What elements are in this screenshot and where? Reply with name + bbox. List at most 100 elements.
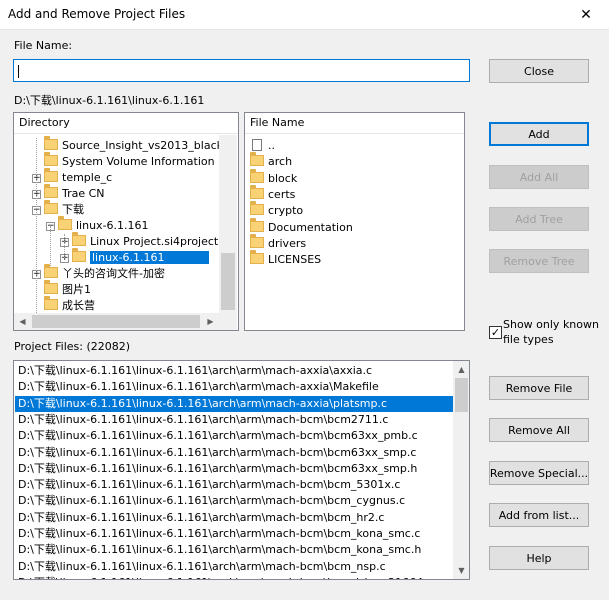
directory-vscroll-thumb[interactable] xyxy=(221,253,235,310)
folder-icon xyxy=(250,184,264,199)
directory-vscroll[interactable] xyxy=(219,135,237,313)
add-all-button[interactable]: Add All xyxy=(489,165,589,189)
folder-icon xyxy=(44,152,58,166)
file-name-label: File Name: xyxy=(14,39,73,52)
project-file-row[interactable]: D:\下载\linux-6.1.161\linux-6.1.161\arch\a… xyxy=(15,559,453,575)
file-list-item[interactable]: Documentation xyxy=(250,217,353,236)
window-close-icon[interactable]: ✕ xyxy=(563,0,609,30)
close-button[interactable]: Close xyxy=(489,59,589,83)
tree-connector-line xyxy=(50,226,51,266)
project-file-row[interactable]: D:\下载\linux-6.1.161\linux-6.1.161\arch\a… xyxy=(15,461,453,477)
project-files-vscroll[interactable]: ▲ ▼ xyxy=(453,361,469,579)
add-tree-button[interactable]: Add Tree xyxy=(489,207,589,231)
folder-icon xyxy=(44,168,58,182)
directory-item[interactable]: 下载 xyxy=(44,200,84,218)
project-file-row[interactable]: D:\下载\linux-6.1.161\linux-6.1.161\arch\a… xyxy=(15,428,453,444)
file-list-header: File Name xyxy=(245,113,464,134)
folder-icon xyxy=(250,201,264,216)
text-caret xyxy=(18,65,19,78)
project-files-list[interactable]: D:\下载\linux-6.1.161\linux-6.1.161\arch\a… xyxy=(13,360,470,580)
file-list-item-label: certs xyxy=(268,187,296,201)
project-file-row[interactable]: D:\下载\linux-6.1.161\linux-6.1.161\arch\a… xyxy=(15,379,453,395)
folder-icon xyxy=(250,233,264,248)
file-list-item-label: .. xyxy=(268,139,275,152)
directory-item-label: Trae CN xyxy=(62,187,105,200)
file-list[interactable]: File Name .. arch block certs crypto Document… xyxy=(244,112,465,331)
directory-item-label: 下载 xyxy=(62,203,84,216)
directory-item[interactable]: 成长营 xyxy=(44,296,95,314)
folder-icon xyxy=(250,152,264,167)
directory-item-label: linux-6.1.161 xyxy=(76,219,149,232)
directory-item-label: Linux Project.si4project xyxy=(90,235,219,248)
directory-item[interactable]: Linux Project.si4project xyxy=(72,232,219,250)
directory-tree[interactable]: Directory Source_Insight_vs2013_black_c S… xyxy=(13,112,239,331)
file-list-item[interactable]: arch xyxy=(250,152,293,170)
directory-item-label: linux-6.1.161 xyxy=(90,251,209,264)
directory-item-label: temple_c xyxy=(62,171,113,184)
directory-hscroll[interactable]: ◀ ▶ xyxy=(14,313,237,330)
file-list-item[interactable]: drivers xyxy=(250,233,307,252)
folder-icon xyxy=(44,280,58,294)
add-button[interactable]: Add xyxy=(489,122,589,146)
directory-item-label: 图片1 xyxy=(62,283,91,296)
directory-header: Directory xyxy=(14,113,238,134)
directory-item[interactable]: 图片1 xyxy=(44,280,91,298)
project-file-row[interactable]: D:\下载\linux-6.1.161\linux-6.1.161\arch\a… xyxy=(15,575,453,579)
file-list-item[interactable]: crypto xyxy=(250,201,304,219)
scroll-right-icon[interactable]: ▶ xyxy=(202,313,219,330)
file-list-item[interactable]: certs xyxy=(250,184,296,203)
file-list-item-label: crypto xyxy=(268,204,304,218)
file-list-item-label: block xyxy=(268,171,298,185)
remove-tree-button[interactable]: Remove Tree xyxy=(489,249,589,273)
project-file-row[interactable]: D:\下载\linux-6.1.161\linux-6.1.161\arch\a… xyxy=(15,412,453,428)
remove-all-button[interactable]: Remove All xyxy=(489,418,589,442)
folder-icon xyxy=(44,136,58,150)
directory-item[interactable]: temple_c xyxy=(44,168,113,186)
project-file-row[interactable]: D:\下载\linux-6.1.161\linux-6.1.161\arch\a… xyxy=(15,542,453,558)
file-list-item-label: Documentation xyxy=(268,220,353,234)
project-file-row[interactable]: D:\下载\linux-6.1.161\linux-6.1.161\arch\a… xyxy=(15,493,453,509)
show-known-label-2: file types xyxy=(503,333,554,346)
show-known-label-1: Show only known xyxy=(503,318,599,331)
directory-hscroll-thumb[interactable] xyxy=(32,315,200,328)
project-files-label: Project Files: (22082) xyxy=(14,340,131,353)
directory-item[interactable]: linux-6.1.161 xyxy=(72,248,209,266)
project-file-row[interactable]: D:\下载\linux-6.1.161\linux-6.1.161\arch\a… xyxy=(15,445,453,461)
scroll-up-icon[interactable]: ▲ xyxy=(453,361,469,378)
window-title: Add and Remove Project Files xyxy=(8,7,186,21)
file-list-item[interactable]: block xyxy=(250,168,298,187)
file-icon xyxy=(252,139,262,151)
folder-icon xyxy=(58,216,72,230)
folder-icon xyxy=(44,264,58,278)
scroll-down-icon[interactable]: ▼ xyxy=(453,562,469,579)
project-file-row[interactable]: D:\下载\linux-6.1.161\linux-6.1.161\arch\a… xyxy=(15,395,453,412)
project-file-row[interactable]: D:\下载\linux-6.1.161\linux-6.1.161\arch\a… xyxy=(15,363,453,379)
folder-icon xyxy=(250,250,264,265)
project-files-vscroll-thumb[interactable] xyxy=(455,378,468,412)
folder-icon xyxy=(72,232,86,246)
add-from-list-button[interactable]: Add from list... xyxy=(489,503,589,527)
project-file-row[interactable]: D:\下载\linux-6.1.161\linux-6.1.161\arch\a… xyxy=(15,477,453,493)
file-list-item-label: arch xyxy=(268,155,293,169)
folder-icon xyxy=(44,296,58,310)
directory-item[interactable]: System Volume Information xyxy=(44,152,215,170)
help-button[interactable]: Help xyxy=(489,546,589,570)
file-list-item-label: LICENSES xyxy=(268,253,322,267)
current-path: D:\下载\linux-6.1.161\linux-6.1.161 xyxy=(14,94,205,107)
tree-connector-line xyxy=(64,234,65,258)
show-known-checkbox[interactable]: ✓ xyxy=(489,326,502,339)
directory-item[interactable]: Trae CN xyxy=(44,184,105,202)
file-list-item-label: drivers xyxy=(268,236,307,250)
file-list-item[interactable]: LICENSES xyxy=(250,250,322,268)
directory-item-label: System Volume Information xyxy=(62,155,215,168)
project-file-row[interactable]: D:\下载\linux-6.1.161\linux-6.1.161\arch\a… xyxy=(15,510,453,526)
folder-icon xyxy=(250,217,264,232)
remove-file-button[interactable]: Remove File xyxy=(489,376,589,400)
file-name-input[interactable] xyxy=(13,59,470,82)
project-file-row[interactable]: D:\下载\linux-6.1.161\linux-6.1.161\arch\a… xyxy=(15,526,453,542)
scroll-left-icon[interactable]: ◀ xyxy=(14,313,31,330)
remove-special-button[interactable]: Remove Special... xyxy=(489,461,589,485)
directory-item-label: 丫头的咨询文件-加密 xyxy=(62,267,165,280)
directory-item[interactable]: Source_Insight_vs2013_black_c xyxy=(44,136,235,154)
directory-item[interactable]: 丫头的咨询文件-加密 xyxy=(44,264,165,282)
